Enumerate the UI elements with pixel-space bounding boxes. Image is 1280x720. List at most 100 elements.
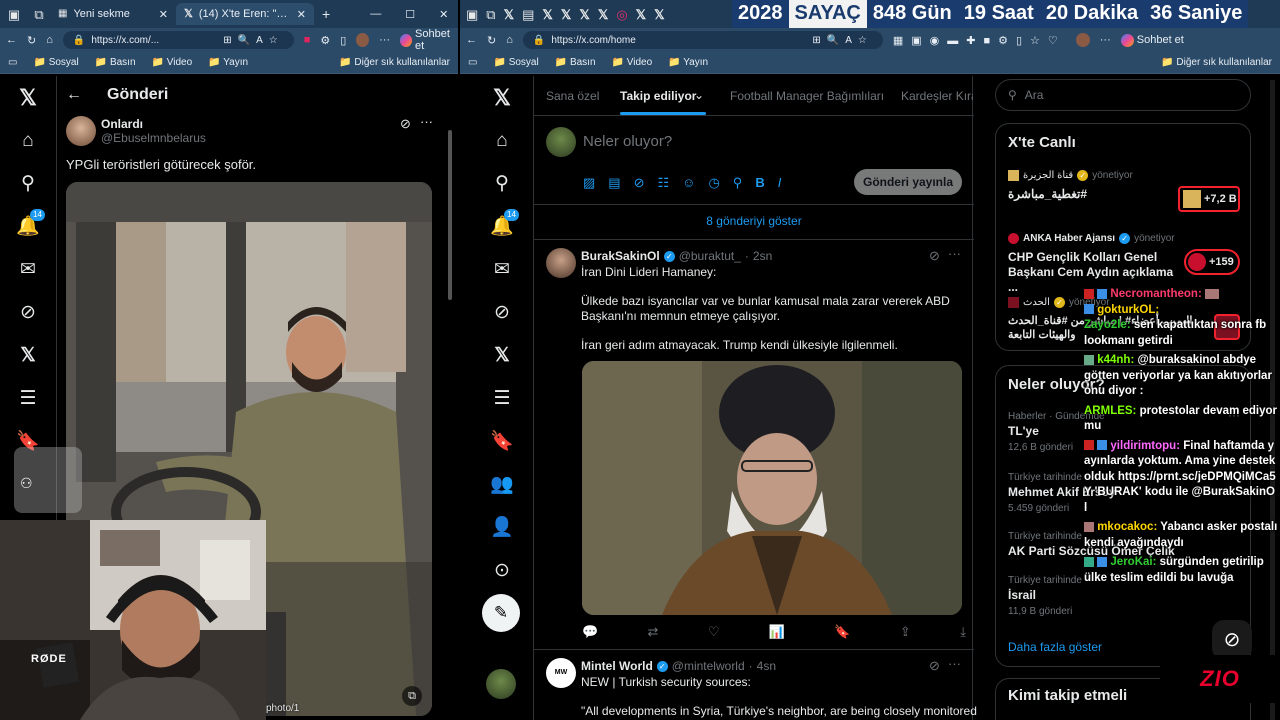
home-icon[interactable]: ⌂ <box>482 119 522 162</box>
tab-x-icon[interactable]: 𝕏 <box>579 8 589 21</box>
more-icon[interactable]: ··· <box>1100 34 1111 46</box>
favorite-folder[interactable]: 📁 Yayın <box>668 57 708 68</box>
back-icon[interactable]: ← <box>466 34 477 46</box>
tab-new[interactable]: ▦ Yeni sekme ✕ <box>50 3 176 25</box>
lists-icon[interactable]: ☰ <box>482 377 522 420</box>
trend-name[interactable]: TL'ye <box>1008 424 1039 438</box>
refresh-icon[interactable]: ↻ <box>27 34 36 47</box>
chat-username[interactable]: mkocakoc: <box>1097 521 1157 533</box>
reading-list-icon[interactable]: ▭ <box>468 57 477 68</box>
show-more-trends[interactable]: Daha fazla göster <box>1008 640 1102 654</box>
scrollbar[interactable] <box>448 130 452 300</box>
tab-x-post[interactable]: 𝕏 (14) X'te Eren: "YPGli terör... ✕ <box>176 3 314 25</box>
gif-icon[interactable]: ▤ <box>608 175 620 191</box>
x-logo-icon[interactable]: 𝕏 <box>8 76 48 119</box>
grok-floating-button[interactable]: ⊘ <box>1212 620 1252 660</box>
favorite-folder[interactable]: 📁 Sosyal <box>33 57 78 68</box>
reply-icon[interactable]: 💬 <box>582 624 598 640</box>
extension-icon[interactable]: ⚙ <box>320 34 330 47</box>
bookmarks-icon[interactable]: 🔖 <box>482 420 522 463</box>
home-icon[interactable]: ⌂ <box>506 34 513 46</box>
premium-icon[interactable]: 𝕏 <box>8 334 48 377</box>
avatar[interactable] <box>356 33 370 47</box>
live-title-text[interactable]: تغطية_مباشرة# <box>1008 187 1087 201</box>
live-listeners[interactable]: +159 <box>1184 249 1240 275</box>
tab-following[interactable]: Takip ediliyor <box>620 89 696 103</box>
profile-icon[interactable]: 👤 <box>482 506 522 549</box>
post-author[interactable]: BurakSakinOl <box>581 249 660 263</box>
address-bar[interactable]: 🔒 https://x.com/home ⊞🔍A☆ <box>522 31 883 49</box>
home-icon[interactable]: ⌂ <box>46 34 53 46</box>
post-photo[interactable] <box>582 361 962 615</box>
like-icon[interactable]: ♡ <box>708 624 720 640</box>
bookmark-icon[interactable]: 🔖 <box>834 624 850 640</box>
search-icon[interactable]: ⚲ <box>8 162 48 205</box>
more-icon[interactable]: ··· <box>948 656 961 671</box>
post-author[interactable]: Mintel World <box>581 659 653 673</box>
composer-input[interactable]: Neler oluyor? <box>583 133 672 150</box>
workspaces-icon[interactable]: ▣ <box>0 8 28 21</box>
lists-icon[interactable]: ☰ <box>8 377 48 420</box>
read-aloud-icon[interactable]: ⊞🔍A☆ <box>812 35 872 46</box>
chat-username[interactable]: Zayo2le: <box>1084 319 1131 331</box>
tab-x-icon[interactable]: 𝕏 <box>636 8 646 21</box>
more-icon[interactable]: ··· <box>948 246 961 261</box>
tab-actions-icon[interactable]: ⧉ <box>486 8 495 21</box>
views-icon[interactable]: 📊 <box>769 624 785 640</box>
share-icon[interactable]: ⇪ <box>900 624 911 640</box>
chat-username[interactable]: ARMLES: <box>1084 405 1136 417</box>
minimize-button[interactable]: — <box>370 8 381 20</box>
read-aloud-icon[interactable]: ⊞🔍A☆ <box>223 35 283 46</box>
avatar[interactable] <box>486 669 516 699</box>
reading-list-icon[interactable]: ▭ <box>8 57 17 68</box>
copilot-button[interactable]: Sohbet et <box>1120 33 1184 47</box>
tab-x-icon[interactable]: 𝕏 <box>504 8 514 21</box>
post-time[interactable]: 2sn <box>753 249 772 263</box>
new-tab-button[interactable]: + <box>322 6 330 22</box>
repost-icon[interactable]: ⇄ <box>648 624 659 640</box>
live-source[interactable]: قناة الجزيرة ✓ yönetiyor <box>1008 169 1133 182</box>
tab-actions-icon[interactable]: ⧉ <box>28 8 50 21</box>
poll-icon[interactable]: ☷ <box>658 175 670 191</box>
close-window-button[interactable]: ✕ <box>439 8 448 21</box>
grok-icon[interactable]: ⊘ <box>482 291 522 334</box>
search-icon[interactable]: ⚲ <box>482 162 522 205</box>
chat-username[interactable]: JeroKai: <box>1110 556 1156 568</box>
favorite-folder[interactable]: 📁 Video <box>152 57 193 68</box>
messages-icon[interactable]: ✉ <box>482 248 522 291</box>
tab-for-you[interactable]: Sana özel <box>546 89 599 103</box>
close-icon[interactable]: ✕ <box>159 8 168 21</box>
avatar[interactable]: MW <box>546 658 576 688</box>
favorite-folder[interactable]: 📁 Basın <box>555 57 596 68</box>
grok-icon[interactable]: ⊘ <box>634 175 645 191</box>
x-logo-icon[interactable]: 𝕏 <box>482 76 522 119</box>
workspaces-icon[interactable]: ▣ <box>466 8 478 21</box>
other-favorites[interactable]: 📁 Diğer sık kullanılanlar <box>1161 57 1272 68</box>
other-favorites[interactable]: 📁 Diğer sık kullanılanlar <box>339 57 450 68</box>
home-icon[interactable]: ⌂ <box>8 119 48 162</box>
communities-icon[interactable]: 👥 <box>482 463 522 506</box>
avatar[interactable] <box>66 116 96 146</box>
tab-kardesler[interactable]: Kardeşler Kıra <box>901 89 973 103</box>
tab-x-icon[interactable]: 𝕏 <box>542 8 552 21</box>
back-icon[interactable]: ← <box>6 34 17 46</box>
split-screen-icon[interactable]: ▯ <box>340 34 346 47</box>
refresh-icon[interactable]: ↻ <box>487 34 496 47</box>
extension-icon[interactable]: ■ <box>304 34 311 46</box>
chat-username[interactable]: gokturkOL: <box>1097 304 1159 316</box>
post-submit-button[interactable]: Gönderi yayınla <box>854 169 962 195</box>
grok-icon[interactable]: ⊘ <box>400 116 411 132</box>
post-handle[interactable]: @buraktut_ <box>679 249 741 263</box>
favorite-folder[interactable]: 📁 Video <box>612 57 653 68</box>
schedule-icon[interactable]: ◷ <box>708 175 719 191</box>
chat-username[interactable]: Necromantheon: <box>1110 288 1201 300</box>
extensions-icon[interactable]: ▦▣◉▬✚■⚙▯☆♡ <box>893 34 1066 47</box>
notifications-icon[interactable]: 🔔 14 <box>8 205 48 248</box>
location-icon[interactable]: ⚲ <box>733 175 743 191</box>
copilot-button[interactable]: Sohbet et <box>400 28 458 52</box>
live-listeners[interactable]: +7,2 B <box>1178 186 1240 212</box>
post-button[interactable]: ✎ <box>482 594 520 632</box>
favorite-folder[interactable]: 📁 Yayın <box>208 57 248 68</box>
more-icon[interactable]: ··· <box>420 114 433 129</box>
post-handle[interactable]: @Ebuselmnbelarus <box>101 131 206 145</box>
